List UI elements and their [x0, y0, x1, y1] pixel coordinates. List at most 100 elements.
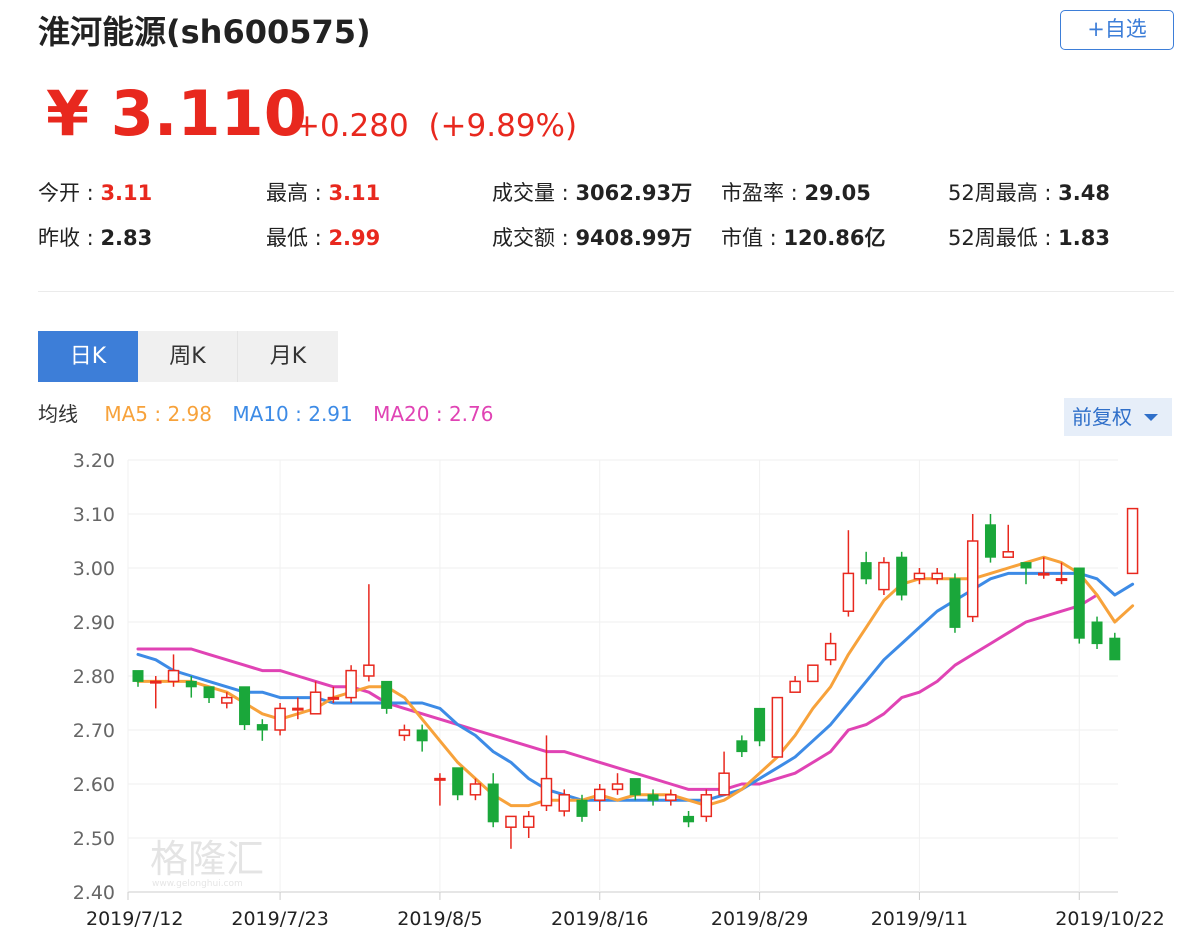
candle-body [1002, 551, 1014, 558]
candle-body [1091, 621, 1103, 645]
x-tick-label: 2019/7/12 [86, 908, 183, 930]
x-tick-label: 2019/8/5 [397, 908, 482, 930]
candle-body [1055, 578, 1068, 582]
y-tick-label: 2.70 [73, 720, 115, 742]
candle-body [469, 783, 482, 796]
watermark-sub: www.gelonghui.com [152, 879, 243, 888]
ma20-legend: MA20 : 2.76 [373, 402, 494, 426]
quote-cell: 成交额 : 9408.99万 [492, 223, 692, 253]
quote-label: 市值 : [721, 226, 784, 250]
candle-body [789, 680, 801, 693]
candle-body [966, 540, 979, 618]
quote-label: 52周最低 : [948, 226, 1059, 250]
x-tick-label: 2019/7/23 [231, 908, 328, 930]
quote-value: 120.86亿 [783, 226, 886, 250]
stock-name: 淮河能源(sh600575) [38, 13, 371, 51]
y-tick-label: 2.50 [73, 828, 115, 850]
candle-body [1126, 507, 1139, 575]
candle-body [327, 696, 340, 700]
price-change-value: +0.280 [294, 108, 409, 144]
period-tabs: 日K 周K 月K [38, 331, 338, 382]
price-change: +0.280 (+9.89%) [294, 104, 577, 148]
candle-body [860, 562, 872, 580]
candle-body [221, 696, 233, 704]
tab-daily-k[interactable]: 日K [38, 331, 138, 382]
quote-label: 成交量 : [492, 181, 576, 205]
ma10-line [136, 571, 1135, 802]
quote-cell: 52周最低 : 1.83 [948, 223, 1110, 253]
quote-label: 最低 : [266, 226, 329, 250]
candle-body [807, 664, 819, 683]
y-tick-label: 3.00 [73, 558, 115, 580]
add-watchlist-button[interactable]: +自选 [1060, 10, 1174, 50]
candle-body [381, 680, 393, 709]
quote-cell: 52周最高 : 3.48 [948, 178, 1110, 208]
watermark-text: 格隆汇 [150, 838, 264, 881]
candle-body [256, 724, 268, 731]
candle-body [754, 707, 766, 742]
ma5-legend: MA5 : 2.98 [104, 402, 213, 426]
x-tick-label: 2019/10/22 [1055, 908, 1165, 930]
quote-cell: 最高 : 3.11 [266, 178, 380, 208]
candle-body [842, 572, 855, 612]
candle-body [345, 669, 357, 699]
candle-body [1038, 572, 1050, 576]
quote-cell: 成交量 : 3062.93万 [492, 178, 692, 208]
candle-body [132, 670, 144, 682]
candle-body [434, 777, 446, 781]
quote-cell: 市盈率 : 29.05 [721, 178, 871, 208]
y-tick-label: 2.80 [73, 666, 115, 688]
quote-cell: 昨收 : 2.83 [38, 223, 152, 253]
candle-body [309, 691, 322, 715]
candle-body [913, 572, 926, 580]
quote-cell: 市值 : 120.86亿 [721, 223, 885, 253]
tab-weekly-k[interactable]: 周K [138, 331, 238, 382]
candle-body [1109, 637, 1121, 661]
candle-body [984, 524, 996, 558]
candle-body [736, 740, 748, 753]
candle-body [1073, 567, 1085, 639]
ma5-line [136, 555, 1135, 808]
quote-label: 今开 : [38, 181, 101, 205]
candle-body [203, 686, 215, 699]
ma10-legend: MA10 : 2.91 [232, 402, 353, 426]
watermark-logo: 格隆汇 www.gelonghui.com [150, 838, 264, 888]
ma-legend: 均线 MA5 : 2.98 MA10 : 2.91 MA20 : 2.76 [38, 398, 507, 430]
candle-body [185, 680, 197, 688]
candle-body [594, 788, 606, 801]
quote-value: 29.05 [804, 181, 871, 205]
candle-body [239, 686, 251, 726]
x-tick-label: 2019/8/16 [551, 908, 648, 930]
quote-cell: 今开 : 3.11 [38, 178, 152, 208]
candle-body [824, 642, 837, 661]
adjust-label: 前复权 [1072, 405, 1132, 429]
candle-body [167, 669, 180, 683]
y-tick-label: 2.40 [73, 882, 115, 904]
quote-value: 3062.93万 [575, 181, 693, 205]
candle-body [771, 696, 784, 758]
adjust-dropdown[interactable]: 前复权 [1064, 398, 1172, 436]
candle-body [683, 815, 695, 823]
quote-value: 3.11 [328, 181, 381, 205]
x-tick-label: 2019/9/11 [871, 908, 968, 930]
candle-body [665, 794, 677, 801]
quote-label: 成交额 : [492, 226, 576, 250]
quote-label: 最高 : [266, 181, 329, 205]
x-tick-label: 2019/8/29 [711, 908, 808, 930]
candle-body [949, 578, 961, 628]
candle-body [398, 729, 411, 737]
candle-body [558, 794, 570, 812]
candle-body [611, 783, 624, 791]
tab-monthly-k[interactable]: 月K [238, 331, 338, 382]
quote-label: 52周最高 : [948, 181, 1059, 205]
candle-body [487, 783, 499, 823]
candle-body [576, 799, 588, 817]
caret-down-icon [1144, 414, 1158, 421]
current-price: ¥ 3.110 [46, 77, 307, 150]
candle-body [718, 772, 730, 796]
y-tick-label: 3.20 [73, 450, 115, 472]
candle-body [700, 794, 713, 818]
candle-body [629, 778, 641, 796]
candle-body [540, 777, 553, 807]
candle-body [452, 767, 464, 796]
